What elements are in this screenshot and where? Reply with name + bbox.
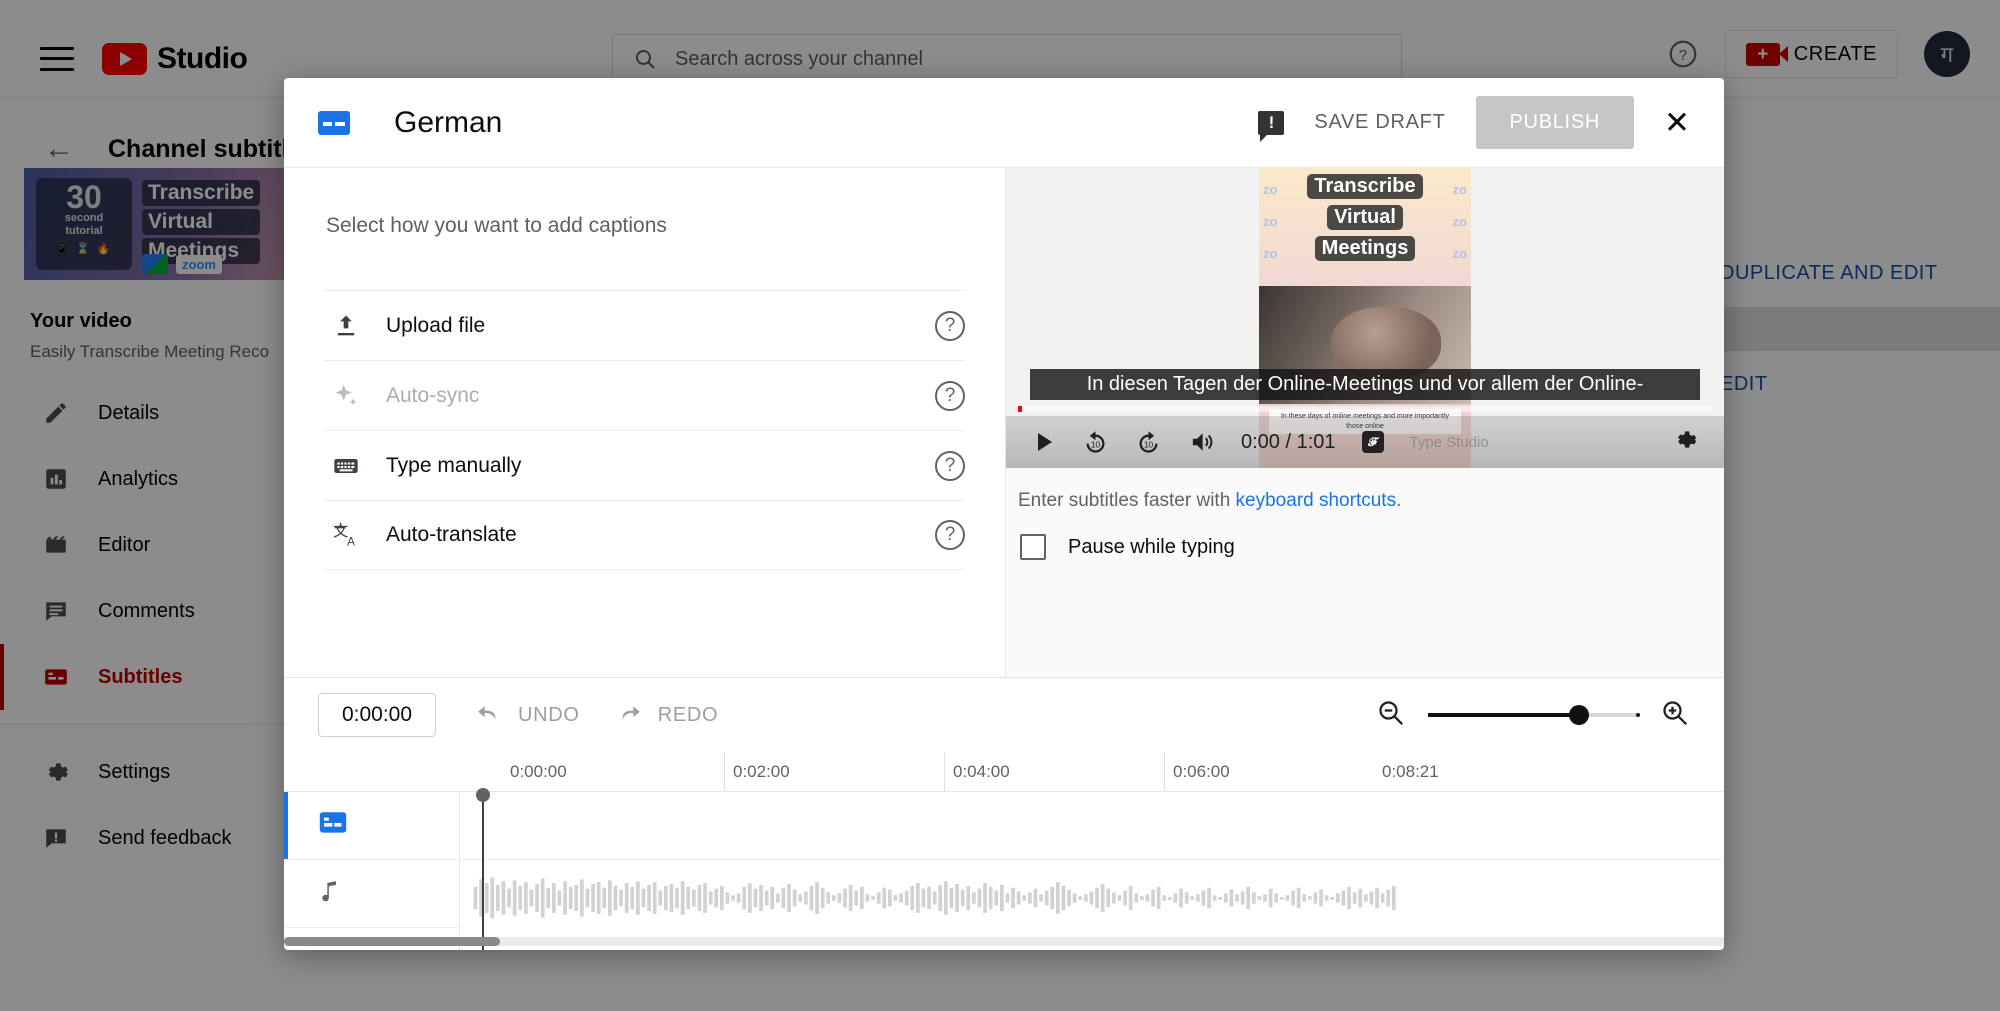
keyboard-shortcuts-link[interactable]: keyboard shortcuts: [1236, 490, 1397, 511]
zoom-slider-handle[interactable]: [1569, 705, 1590, 725]
track-content-area[interactable]: [460, 788, 1724, 950]
progress-played: [1018, 406, 1022, 412]
forward-10-icon[interactable]: 10: [1135, 429, 1162, 456]
ruler-tick: 0:02:00: [724, 752, 790, 791]
undo-icon: [478, 706, 496, 720]
option-label: Auto-sync: [386, 383, 480, 407]
captions-icon: [318, 811, 348, 840]
subtitles-track-lane[interactable]: [460, 792, 1724, 860]
timeline-toolbar: 0:00:00 UNDO REDO: [284, 678, 1724, 752]
track-label-column: [284, 792, 460, 950]
help-icon[interactable]: ?: [935, 520, 965, 550]
option-type-manually[interactable]: Type manually ?: [324, 430, 965, 500]
option-upload-file[interactable]: Upload file ?: [324, 290, 965, 360]
pause-while-typing-row[interactable]: Pause while typing: [1020, 534, 1235, 560]
type-studio-logo: 𝓕: [1361, 431, 1384, 453]
timeline-tracks: [284, 788, 1724, 950]
keyboard-shortcuts-hint: Enter subtitles faster with keyboard sho…: [1018, 490, 1401, 512]
svg-text:A: A: [347, 536, 355, 549]
upload-icon: [324, 312, 368, 340]
pause-while-typing-label: Pause while typing: [1068, 535, 1235, 558]
translate-icon: 文A: [324, 521, 368, 549]
zoom-in-icon[interactable]: [1660, 698, 1690, 733]
close-icon[interactable]: ✕: [1664, 107, 1690, 138]
redo-label: REDO: [657, 703, 719, 726]
dialog-body: Select how you want to add captions Uplo…: [284, 168, 1724, 678]
preview-pane: zo zo zo zo zo zo Transcribe Virtual Mee…: [1006, 168, 1724, 677]
zoom-slider-end: [1636, 713, 1640, 717]
zoom-slider-fill: [1428, 713, 1580, 717]
player-controls: 10 10 0:00 / 1:01 𝓕 Type Studio: [1006, 416, 1724, 468]
ruler-tick: 0:00:00: [510, 761, 567, 781]
help-icon[interactable]: ?: [935, 450, 965, 481]
ruler-tick: 0:08:21: [1382, 761, 1439, 781]
ruler-tick: 0:06:00: [1164, 752, 1230, 791]
shortcut-hint-prefix: Enter subtitles faster with: [1018, 490, 1236, 511]
rewind-10-icon[interactable]: 10: [1082, 429, 1109, 456]
zoom-slider[interactable]: [1428, 705, 1640, 725]
playhead-handle[interactable]: [476, 788, 490, 802]
subtitle-overlay-text: In diesen Tagen der Online-Meetings und …: [1030, 369, 1700, 400]
type-studio-watermark: Type Studio: [1409, 433, 1489, 451]
keyboard-icon: [324, 452, 368, 480]
help-icon[interactable]: ?: [935, 380, 965, 411]
undo-label: UNDO: [518, 703, 580, 726]
redo-button[interactable]: REDO: [614, 702, 737, 728]
feedback-icon[interactable]: !: [1258, 110, 1285, 142]
help-icon[interactable]: ?: [935, 310, 965, 341]
playhead[interactable]: [476, 788, 490, 950]
subtitle-editor-dialog: German ! SAVE DRAFT PUBLISH ✕ Select how…: [284, 78, 1724, 950]
captions-icon: [318, 110, 350, 135]
shortcut-hint-suffix: .: [1396, 490, 1402, 511]
progress-bar[interactable]: [1018, 406, 1712, 412]
video-title-line-2: Virtual: [1327, 205, 1403, 230]
time-display: 0:00 / 1:01: [1241, 430, 1336, 453]
play-icon[interactable]: [1032, 429, 1056, 455]
settings-gear-icon[interactable]: [1672, 427, 1698, 458]
undo-redo-group: UNDO REDO: [474, 702, 736, 728]
volume-icon[interactable]: [1188, 429, 1215, 455]
pause-while-typing-checkbox[interactable]: [1020, 534, 1046, 560]
undo-button[interactable]: UNDO: [474, 702, 598, 728]
caption-method-pane: Select how you want to add captions Uplo…: [284, 168, 1006, 677]
option-auto-translate[interactable]: 文A Auto-translate ?: [324, 500, 965, 570]
save-draft-button[interactable]: SAVE DRAFT: [1314, 111, 1445, 134]
svg-text:10: 10: [1144, 439, 1154, 449]
audio-track-label[interactable]: [284, 860, 459, 928]
option-label: Upload file: [386, 313, 486, 337]
caption-method-list: Upload file ? Auto-sync ? Type manually …: [324, 290, 965, 570]
video-title-line-1: Transcribe: [1307, 174, 1423, 199]
music-note-icon: [318, 878, 344, 909]
zoom-out-icon[interactable]: [1376, 698, 1406, 733]
dialog-title: German: [394, 105, 503, 139]
publish-button[interactable]: PUBLISH: [1475, 96, 1635, 149]
timeline-zoom-controls: [1376, 698, 1690, 733]
video-title-line-3: Meetings: [1314, 236, 1416, 261]
section-heading: Select how you want to add captions: [326, 214, 667, 237]
sparkle-icon: [324, 382, 368, 410]
option-label: Type manually: [386, 453, 522, 477]
video-title-overlay: Transcribe Virtual Meetings: [1259, 174, 1471, 261]
timeline-scrollbar-thumb[interactable]: [284, 937, 500, 946]
subtitles-track-label[interactable]: [284, 792, 459, 860]
redo-icon: [622, 706, 640, 720]
dialog-header: German ! SAVE DRAFT PUBLISH ✕: [284, 78, 1724, 168]
video-player[interactable]: zo zo zo zo zo zo Transcribe Virtual Mee…: [1006, 168, 1724, 468]
timestamp-input[interactable]: 0:00:00: [318, 693, 436, 737]
ruler-tick: 0:04:00: [944, 752, 1010, 791]
option-auto-sync: Auto-sync ?: [324, 360, 965, 430]
audio-waveform: [473, 877, 1396, 919]
svg-text:10: 10: [1091, 439, 1101, 449]
option-label: Auto-translate: [386, 523, 517, 546]
dialog-header-actions: ! SAVE DRAFT PUBLISH ✕: [1258, 96, 1690, 149]
timeline-scrollbar-track[interactable]: [284, 937, 1724, 946]
timeline-ruler[interactable]: 0:00:00 0:02:00 0:04:00 0:06:00 0:08:21: [284, 752, 1724, 792]
